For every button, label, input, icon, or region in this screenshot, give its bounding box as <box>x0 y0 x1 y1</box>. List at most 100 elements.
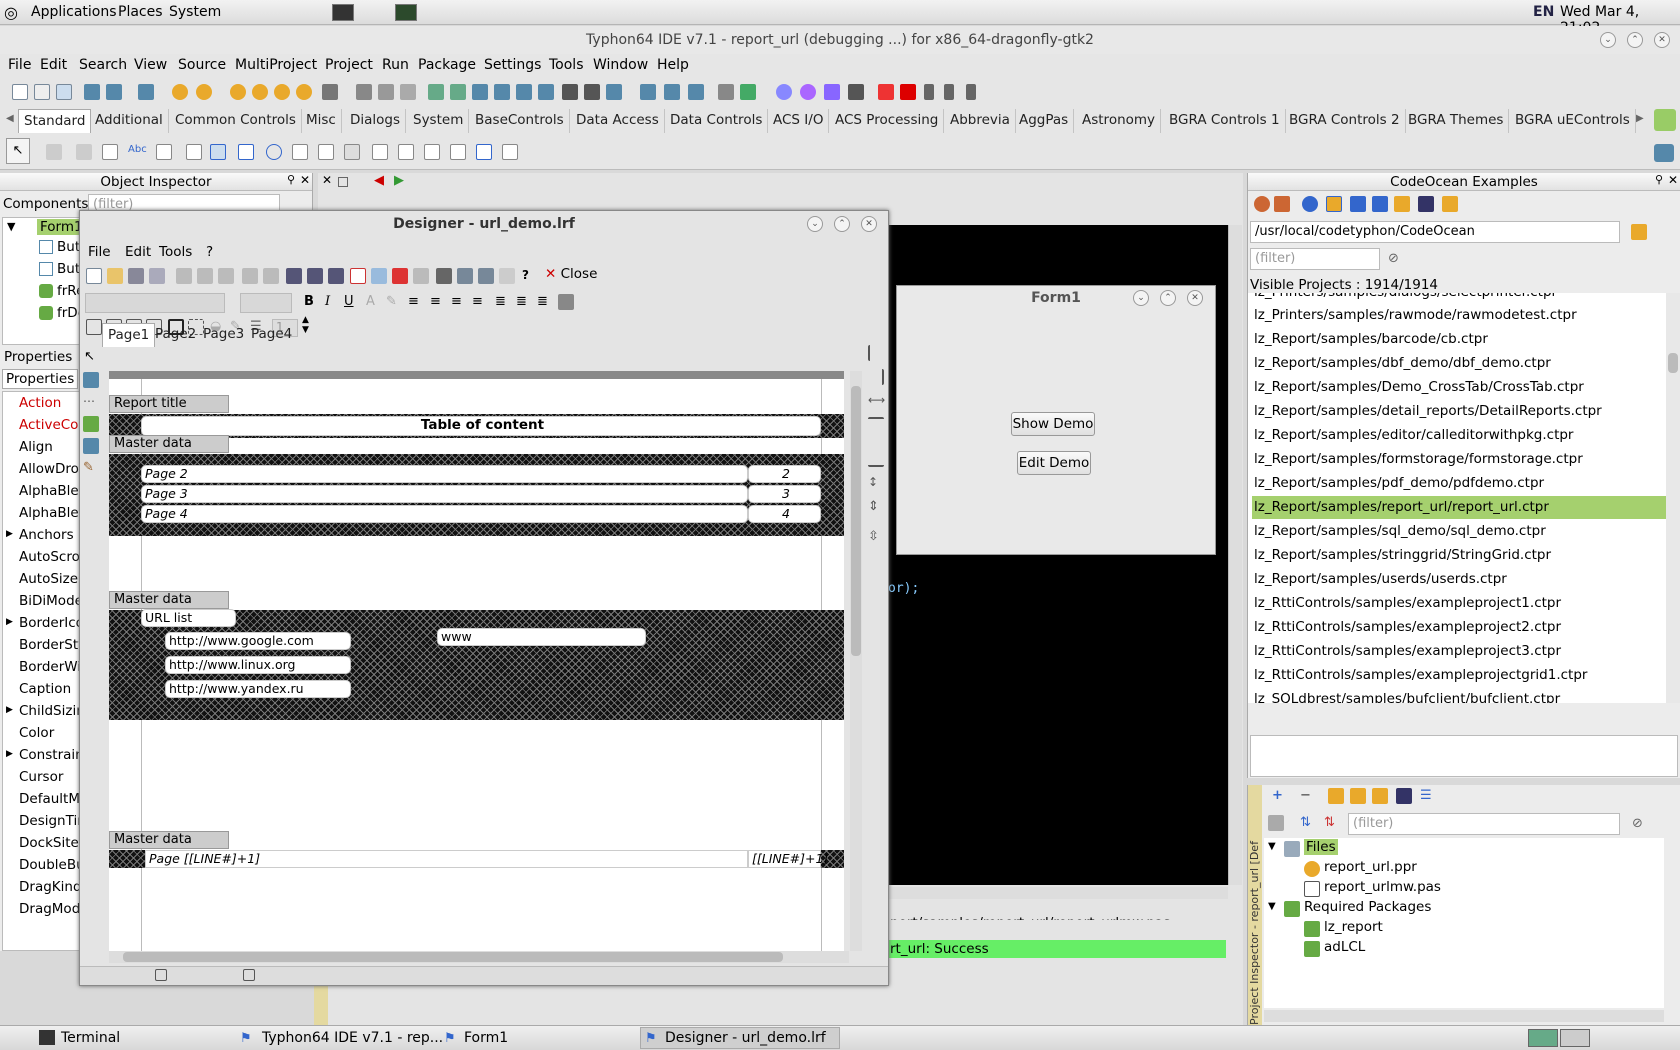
project2-icon[interactable] <box>1372 196 1388 212</box>
actionlist-component-icon[interactable] <box>502 144 518 160</box>
tree-file-report-url-ppr[interactable]: report_url.ppr <box>1324 859 1417 875</box>
edit-component-icon[interactable] <box>156 144 172 160</box>
menu-file[interactable]: File <box>8 57 31 73</box>
browse-folder-icon[interactable] <box>1631 224 1647 240</box>
underline-icon[interactable]: U <box>344 294 354 309</box>
prop-align[interactable]: Align <box>19 439 53 455</box>
button-component-icon[interactable] <box>102 144 118 160</box>
tab-additional[interactable]: Additional <box>90 109 169 133</box>
codeocean-close-icon[interactable]: ✕ <box>1668 173 1678 187</box>
new-unit-icon[interactable] <box>34 84 50 100</box>
package6-icon[interactable] <box>296 84 312 100</box>
designer-maximize-icon[interactable]: ⌃ <box>834 216 850 232</box>
prop-autoscroll[interactable]: AutoScrol <box>19 549 84 565</box>
tab-bgra-controls-2[interactable]: BGRA Controls 2 <box>1284 109 1406 133</box>
tab-page2[interactable]: Page2 <box>150 323 201 347</box>
prop-doublebuffered[interactable]: DoubleBu <box>19 857 85 873</box>
step-over-icon[interactable] <box>944 84 954 100</box>
tab-system[interactable]: System <box>408 109 470 133</box>
maximize-icon[interactable]: ⌃ <box>1627 32 1643 48</box>
open-icon[interactable] <box>84 84 100 100</box>
align-rights-icon[interactable] <box>868 369 884 385</box>
package-icon[interactable] <box>172 84 188 100</box>
listbox-component-icon[interactable] <box>292 144 308 160</box>
tree-files[interactable]: Files <box>1304 839 1338 855</box>
prop-borderwidth[interactable]: BorderWi <box>19 659 81 675</box>
tab-standard[interactable]: Standard <box>18 109 92 133</box>
view-forms-icon[interactable] <box>378 84 394 100</box>
prop-activecontrol[interactable]: ActiveCon <box>19 417 87 433</box>
editor-menu-icon[interactable] <box>338 177 348 187</box>
memo-component-icon[interactable] <box>186 144 202 160</box>
line-page-field[interactable]: Page [[LINE#]+1] <box>145 850 748 868</box>
project-filter-input[interactable]: (filter) <box>1348 813 1620 835</box>
toc-heading[interactable]: Table of content <box>141 416 821 436</box>
select-tool-icon[interactable]: ↖ <box>84 349 95 364</box>
tab-data-access[interactable]: Data Access <box>571 109 665 133</box>
popup-menu-icon[interactable] <box>76 144 92 160</box>
menu-settings[interactable]: Settings <box>484 57 541 73</box>
paste-icon[interactable] <box>218 268 234 284</box>
toc-page-field[interactable]: Page 2 <box>141 465 748 483</box>
toc-page-field[interactable]: Page 3 <box>141 485 748 503</box>
cut-icon[interactable] <box>176 268 192 284</box>
scrollbar-component-icon[interactable] <box>344 144 360 160</box>
tab-properties[interactable]: Properties <box>2 369 79 389</box>
rotate-icon[interactable] <box>558 294 574 310</box>
prop-anchors[interactable]: Anchors <box>19 527 74 543</box>
applications-menu[interactable]: Applications <box>31 4 117 20</box>
expand-arrow-icon[interactable]: ▶ <box>6 617 13 627</box>
task-designer-active[interactable]: ⚑ Designer - url_demo.lrf <box>640 1027 840 1049</box>
radiogroup-component-icon[interactable] <box>398 144 414 160</box>
spin-up-icon[interactable]: ▲ <box>302 315 309 325</box>
bold-icon[interactable]: B <box>304 294 314 309</box>
picture-tool-icon[interactable] <box>83 416 99 432</box>
same-height-icon[interactable]: ⇳ <box>868 529 884 545</box>
show-demo-button[interactable]: Show Demo <box>1011 412 1095 436</box>
codeocean-path-input[interactable]: /usr/local/codetyphon/CodeOcean <box>1250 221 1620 243</box>
designer-menu-edit[interactable]: Edit <box>125 244 151 260</box>
help-icon[interactable]: ? <box>522 268 538 284</box>
project-item[interactable]: lz_Report/samples/userds/userds.ctpr <box>1252 568 1666 591</box>
sort-alpha-icon[interactable]: ⇅ <box>1324 815 1340 831</box>
valign-bottom-icon[interactable]: ≣ <box>537 294 548 309</box>
tab-page3[interactable]: Page3 <box>198 323 249 347</box>
project-item[interactable]: lz_Report/samples/dbf_demo/dbf_demo.ctpr <box>1252 352 1666 375</box>
gear2-icon[interactable] <box>800 84 816 100</box>
options-icon[interactable] <box>1328 788 1344 804</box>
task-typhon-ide[interactable]: Typhon64 IDE v7.1 - rep... <box>262 1030 443 1046</box>
master-data-band-label[interactable]: Master data <box>109 435 229 453</box>
package5-icon[interactable] <box>274 84 290 100</box>
tool7-icon[interactable] <box>688 84 704 100</box>
save-all-icon[interactable] <box>138 84 154 100</box>
project-item[interactable]: lz_Printers/samples/dialogs/selectprinte… <box>1252 293 1666 304</box>
tool-icon[interactable] <box>499 268 515 284</box>
tab-acs-processing[interactable]: ACS Processing <box>830 109 945 133</box>
prop-dragkind[interactable]: DragKind <box>19 879 82 895</box>
menu-tools[interactable]: Tools <box>549 57 584 73</box>
refresh-icon[interactable] <box>1254 196 1270 212</box>
designer-menu-tools[interactable]: Tools <box>159 244 192 260</box>
project-item[interactable]: lz_RttiControls/samples/exampleproject2.… <box>1252 616 1666 639</box>
terminal-launcher-icon[interactable] <box>332 4 354 21</box>
tab-basecontrols[interactable]: BaseControls <box>470 109 570 133</box>
project-inspector-side-tab[interactable]: Project Inspector - report_url [Def <box>1248 785 1262 1025</box>
url-field[interactable]: http://www.linux.org <box>165 656 351 674</box>
project-item[interactable]: lz_Printers/samples/rawmode/rawmodetest.… <box>1252 304 1666 327</box>
binoculars-icon[interactable] <box>1396 788 1412 804</box>
align-lefts-icon[interactable] <box>868 345 884 361</box>
project-item-selected[interactable]: lz_Report/samples/report_url/report_url.… <box>1252 496 1666 519</box>
monitor-launcher-icon[interactable] <box>395 4 417 21</box>
toggle-form-icon[interactable] <box>400 84 416 100</box>
frame-left-icon[interactable] <box>86 319 102 335</box>
stop-icon[interactable] <box>900 84 916 100</box>
designer-menu-file[interactable]: File <box>88 244 111 260</box>
keyboard-layout[interactable]: EN <box>1533 4 1554 20</box>
tool4-icon[interactable] <box>606 84 622 100</box>
tab-page4[interactable]: Page4 <box>246 323 297 347</box>
designer-hscrollbar[interactable] <box>109 951 849 963</box>
tool5-icon[interactable] <box>640 84 656 100</box>
binoculars-icon[interactable] <box>1418 196 1434 212</box>
gnome-foot-icon[interactable]: ◎ <box>4 3 18 22</box>
align-grid-icon[interactable] <box>457 268 473 284</box>
